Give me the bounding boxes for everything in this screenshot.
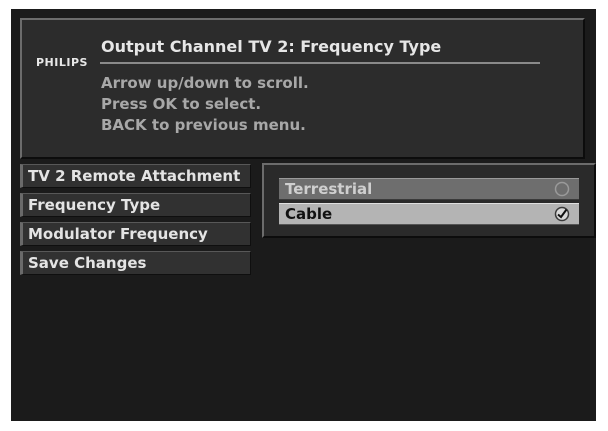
option-terrestrial[interactable]: Terrestrial <box>279 178 579 200</box>
option-cable[interactable]: Cable <box>279 203 579 225</box>
header-panel: PHILIPS Output Channel TV 2: Frequency T… <box>20 18 585 159</box>
menu-item-frequency-type[interactable]: Frequency Type <box>20 193 251 217</box>
option-label: Terrestrial <box>285 180 373 198</box>
page-title: Output Channel TV 2: Frequency Type <box>101 37 442 56</box>
radio-empty-icon <box>554 181 570 197</box>
menu-item-tv2-remote-attachment[interactable]: TV 2 Remote Attachment <box>20 164 251 188</box>
help-line-back: BACK to previous menu. <box>101 116 306 134</box>
tv-screen: PHILIPS Output Channel TV 2: Frequency T… <box>11 9 596 421</box>
title-divider <box>100 62 540 64</box>
help-line-select: Press OK to select. <box>101 95 262 113</box>
philips-logo: PHILIPS <box>36 56 88 69</box>
radio-checked-icon <box>554 206 570 222</box>
frequency-options-panel: Terrestrial Cable <box>262 163 596 238</box>
menu-item-modulator-frequency[interactable]: Modulator Frequency <box>20 222 251 246</box>
help-line-scroll: Arrow up/down to scroll. <box>101 74 309 92</box>
option-label: Cable <box>285 205 333 223</box>
menu-item-save-changes[interactable]: Save Changes <box>20 251 251 275</box>
